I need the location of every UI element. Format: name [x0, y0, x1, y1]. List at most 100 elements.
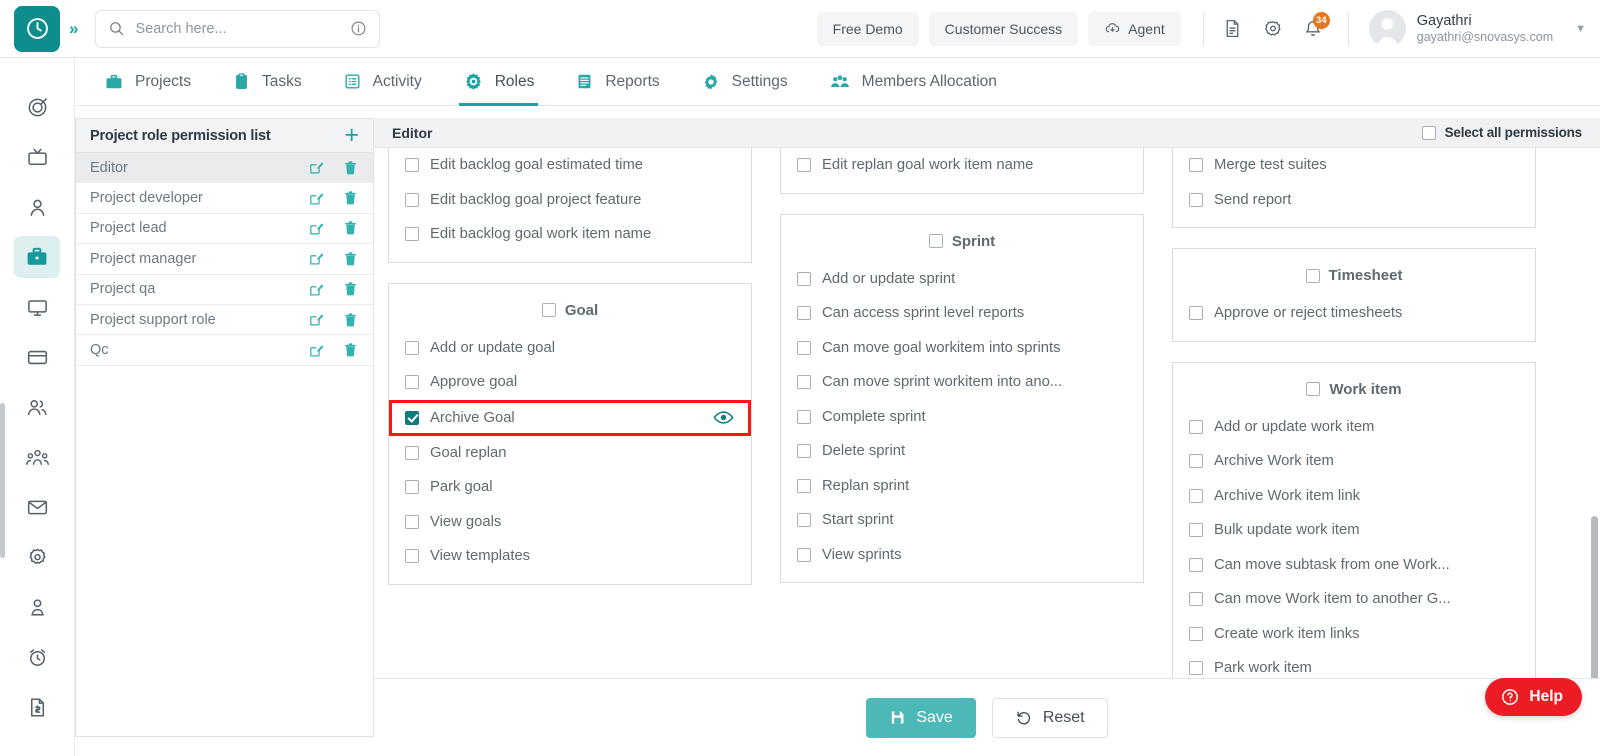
- settings-icon-button[interactable]: [1256, 12, 1290, 46]
- permission-checkbox[interactable]: [405, 445, 419, 460]
- app-logo[interactable]: [14, 5, 60, 52]
- permission-checkbox[interactable]: [1189, 306, 1203, 321]
- rail-item-projects[interactable]: [14, 236, 60, 278]
- delete-role-button[interactable]: [342, 219, 359, 237]
- tab-tasks[interactable]: Tasks: [228, 58, 306, 106]
- edit-role-button[interactable]: [308, 159, 325, 176]
- permission-group-title[interactable]: Timesheet: [1173, 258, 1535, 296]
- expand-sidebar-button[interactable]: »: [69, 19, 79, 39]
- permission-item[interactable]: View sprints: [781, 538, 1143, 573]
- role-list-item[interactable]: Project support role: [76, 305, 373, 336]
- permission-item[interactable]: Merge test suites: [1173, 148, 1535, 183]
- delete-role-button[interactable]: [342, 280, 359, 298]
- reset-button[interactable]: Reset: [991, 697, 1108, 738]
- permission-item-highlighted[interactable]: Archive Goal: [389, 399, 751, 436]
- rail-item-settings[interactable]: [14, 536, 60, 578]
- permission-checkbox[interactable]: [405, 375, 419, 390]
- tab-activity[interactable]: Activity: [339, 58, 426, 106]
- permission-checkbox[interactable]: [405, 410, 419, 425]
- tab-reports[interactable]: Reports: [571, 58, 663, 106]
- permission-item[interactable]: Goal replan: [389, 436, 751, 471]
- permission-checkbox[interactable]: [1189, 661, 1203, 676]
- permission-item[interactable]: Archive Work item link: [1173, 479, 1535, 514]
- permission-item[interactable]: Create work item links: [1173, 617, 1535, 652]
- help-button[interactable]: Help: [1485, 678, 1582, 716]
- permission-checkbox[interactable]: [405, 549, 419, 564]
- rail-scrollbar[interactable]: [0, 403, 5, 558]
- role-list-item[interactable]: Project qa: [76, 275, 373, 305]
- edit-role-button[interactable]: [308, 281, 325, 298]
- rail-item-invoice[interactable]: [14, 686, 60, 728]
- tab-projects[interactable]: Projects: [100, 58, 195, 106]
- tab-members-allocation[interactable]: Members Allocation: [825, 58, 1001, 106]
- permission-checkbox[interactable]: [797, 513, 811, 528]
- permission-item[interactable]: Complete sprint: [781, 400, 1143, 435]
- permission-item[interactable]: Start sprint: [781, 503, 1143, 538]
- permission-checkbox[interactable]: [405, 514, 419, 529]
- rail-item-target[interactable]: [14, 86, 60, 128]
- edit-role-button[interactable]: [308, 190, 325, 207]
- permission-item[interactable]: Edit replan goal work item name: [781, 148, 1143, 183]
- role-list-item[interactable]: Project developer: [76, 183, 373, 214]
- permission-item[interactable]: Park goal: [389, 470, 751, 505]
- document-icon-button[interactable]: [1216, 12, 1250, 46]
- rail-item-user[interactable]: [14, 186, 60, 228]
- edit-role-button[interactable]: [308, 342, 325, 359]
- user-info[interactable]: Gayathri gayathri@snovasys.com: [1417, 12, 1553, 46]
- permission-item[interactable]: Park work item: [1173, 651, 1535, 678]
- permission-checkbox[interactable]: [1189, 192, 1203, 207]
- rail-item-card[interactable]: [14, 336, 60, 378]
- permission-group-title[interactable]: Goal: [389, 293, 751, 331]
- edit-role-button[interactable]: [308, 311, 325, 328]
- search-box[interactable]: [95, 9, 381, 48]
- free-demo-button[interactable]: Free Demo: [816, 11, 919, 46]
- save-button[interactable]: Save: [866, 697, 976, 738]
- permission-item[interactable]: Replan sprint: [781, 469, 1143, 504]
- permission-item[interactable]: Can move Work item to another G...: [1173, 582, 1535, 617]
- permission-item[interactable]: Approve or reject timesheets: [1173, 296, 1535, 331]
- permission-item[interactable]: Edit backlog goal estimated time: [389, 148, 751, 183]
- permission-checkbox[interactable]: [1189, 626, 1203, 641]
- permission-checkbox[interactable]: [1189, 158, 1203, 173]
- permission-checkbox[interactable]: [797, 444, 811, 459]
- permission-item[interactable]: Approve goal: [389, 365, 751, 400]
- permission-item[interactable]: Send report: [1173, 183, 1535, 218]
- permission-item[interactable]: Edit backlog goal work item name: [389, 217, 751, 252]
- edit-role-button[interactable]: [308, 250, 325, 267]
- permission-item[interactable]: Edit backlog goal project feature: [389, 183, 751, 218]
- rail-item-person-badge[interactable]: [14, 586, 60, 628]
- customer-success-button[interactable]: Customer Success: [928, 11, 1079, 46]
- role-list-item[interactable]: Project lead: [76, 214, 373, 245]
- permission-group-checkbox[interactable]: [541, 303, 556, 317]
- view-permission-eye-button[interactable]: [713, 410, 734, 425]
- permission-checkbox[interactable]: [405, 340, 419, 355]
- permission-checkbox[interactable]: [1189, 557, 1203, 572]
- permission-checkbox[interactable]: [405, 192, 419, 207]
- permission-group-checkbox[interactable]: [1306, 382, 1321, 396]
- permission-checkbox[interactable]: [797, 340, 811, 355]
- tab-roles[interactable]: Roles: [458, 58, 539, 106]
- rail-item-team[interactable]: [14, 436, 60, 478]
- permission-checkbox[interactable]: [1189, 488, 1203, 503]
- permission-checkbox[interactable]: [797, 409, 811, 424]
- user-menu-chevron-down-icon[interactable]: ▼: [1575, 23, 1586, 35]
- add-role-button[interactable]: +: [344, 123, 359, 148]
- role-list-item[interactable]: Qc: [76, 335, 373, 366]
- permissions-scrollbar[interactable]: [1591, 516, 1598, 678]
- delete-role-button[interactable]: [342, 341, 359, 359]
- avatar[interactable]: [1368, 10, 1406, 47]
- delete-role-button[interactable]: [342, 311, 359, 329]
- permission-item[interactable]: Can access sprint level reports: [781, 296, 1143, 331]
- edit-role-button[interactable]: [308, 220, 325, 237]
- permission-item[interactable]: Archive Work item: [1173, 444, 1535, 479]
- permission-checkbox[interactable]: [405, 480, 419, 495]
- select-all-checkbox[interactable]: [1421, 125, 1436, 140]
- permission-group-checkbox[interactable]: [1305, 268, 1320, 283]
- permission-checkbox[interactable]: [405, 158, 419, 173]
- permission-group-checkbox[interactable]: [928, 234, 943, 248]
- permission-checkbox[interactable]: [405, 227, 419, 242]
- permission-item[interactable]: Can move subtask from one Work...: [1173, 548, 1535, 583]
- permission-checkbox[interactable]: [797, 478, 811, 493]
- role-list-item[interactable]: Project manager: [76, 244, 373, 275]
- permission-checkbox[interactable]: [797, 375, 811, 390]
